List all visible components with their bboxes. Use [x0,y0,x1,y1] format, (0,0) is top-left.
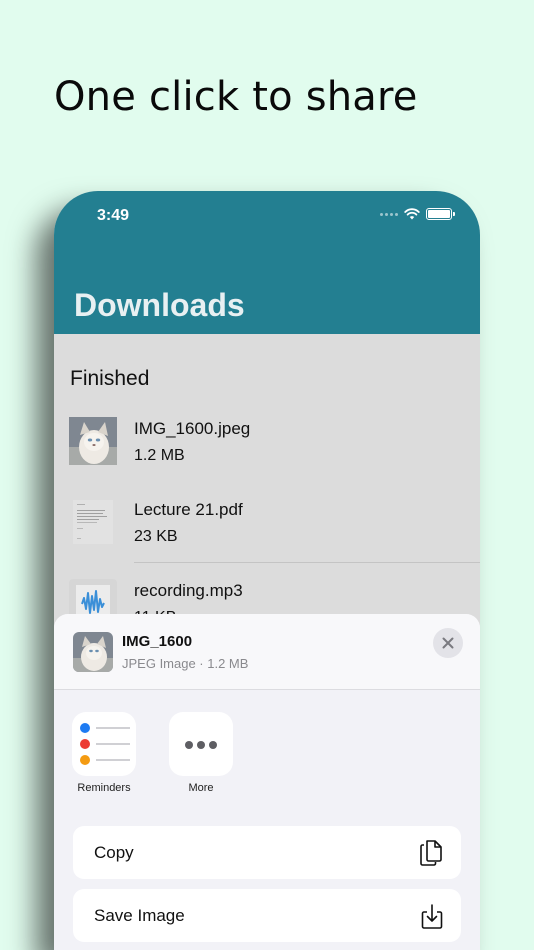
file-name: Lecture 21.pdf [134,500,243,519]
file-list-item[interactable]: IMG_1600.jpeg 1.2 MB [54,411,480,491]
more-apps-button[interactable] [169,712,233,776]
phone-screen: 3:49 Downloads Finished IMG_1600.jpeg 1.… [54,191,480,950]
list-divider [134,562,480,563]
more-apps-label: More [188,782,214,794]
file-size: 23 KB [134,528,178,545]
headline: One click to share [54,74,418,120]
photo-thumbnail [69,417,117,465]
copy-label: Copy [94,843,134,862]
section-title: Finished [70,367,150,390]
battery-icon [426,208,455,220]
wifi-icon [404,208,420,220]
reminders-app-label: Reminders [77,782,131,794]
pdf-thumbnail [73,500,113,544]
app-bar: 3:49 Downloads [54,191,480,334]
copy-icon [420,840,442,866]
save-image-button[interactable]: Save Image [73,889,461,942]
status-icons [380,208,455,220]
close-icon [442,637,454,649]
save-image-icon [421,904,443,929]
file-size: 1.2 MB [134,447,185,464]
shared-file-name: IMG_1600 [122,633,193,650]
reminders-app-button[interactable] [72,712,136,776]
share-sheet: IMG_1600 JPEG Image · 1.2 MB Reminders M… [54,614,480,950]
share-sheet-header: IMG_1600 JPEG Image · 1.2 MB [54,614,480,690]
cellular-signal-icon [380,212,398,216]
close-button[interactable] [433,628,463,658]
status-time: 3:49 [97,207,130,224]
shared-file-meta: JPEG Image · 1.2 MB [122,656,249,671]
more-icon [185,741,217,749]
save-image-label: Save Image [94,906,185,925]
page-title: Downloads [74,287,245,323]
copy-button[interactable]: Copy [73,826,461,879]
file-name: IMG_1600.jpeg [134,419,251,438]
file-list-item[interactable]: Lecture 21.pdf 23 KB [54,492,480,572]
file-name: recording.mp3 [134,581,243,600]
shared-file-thumbnail [73,632,113,672]
